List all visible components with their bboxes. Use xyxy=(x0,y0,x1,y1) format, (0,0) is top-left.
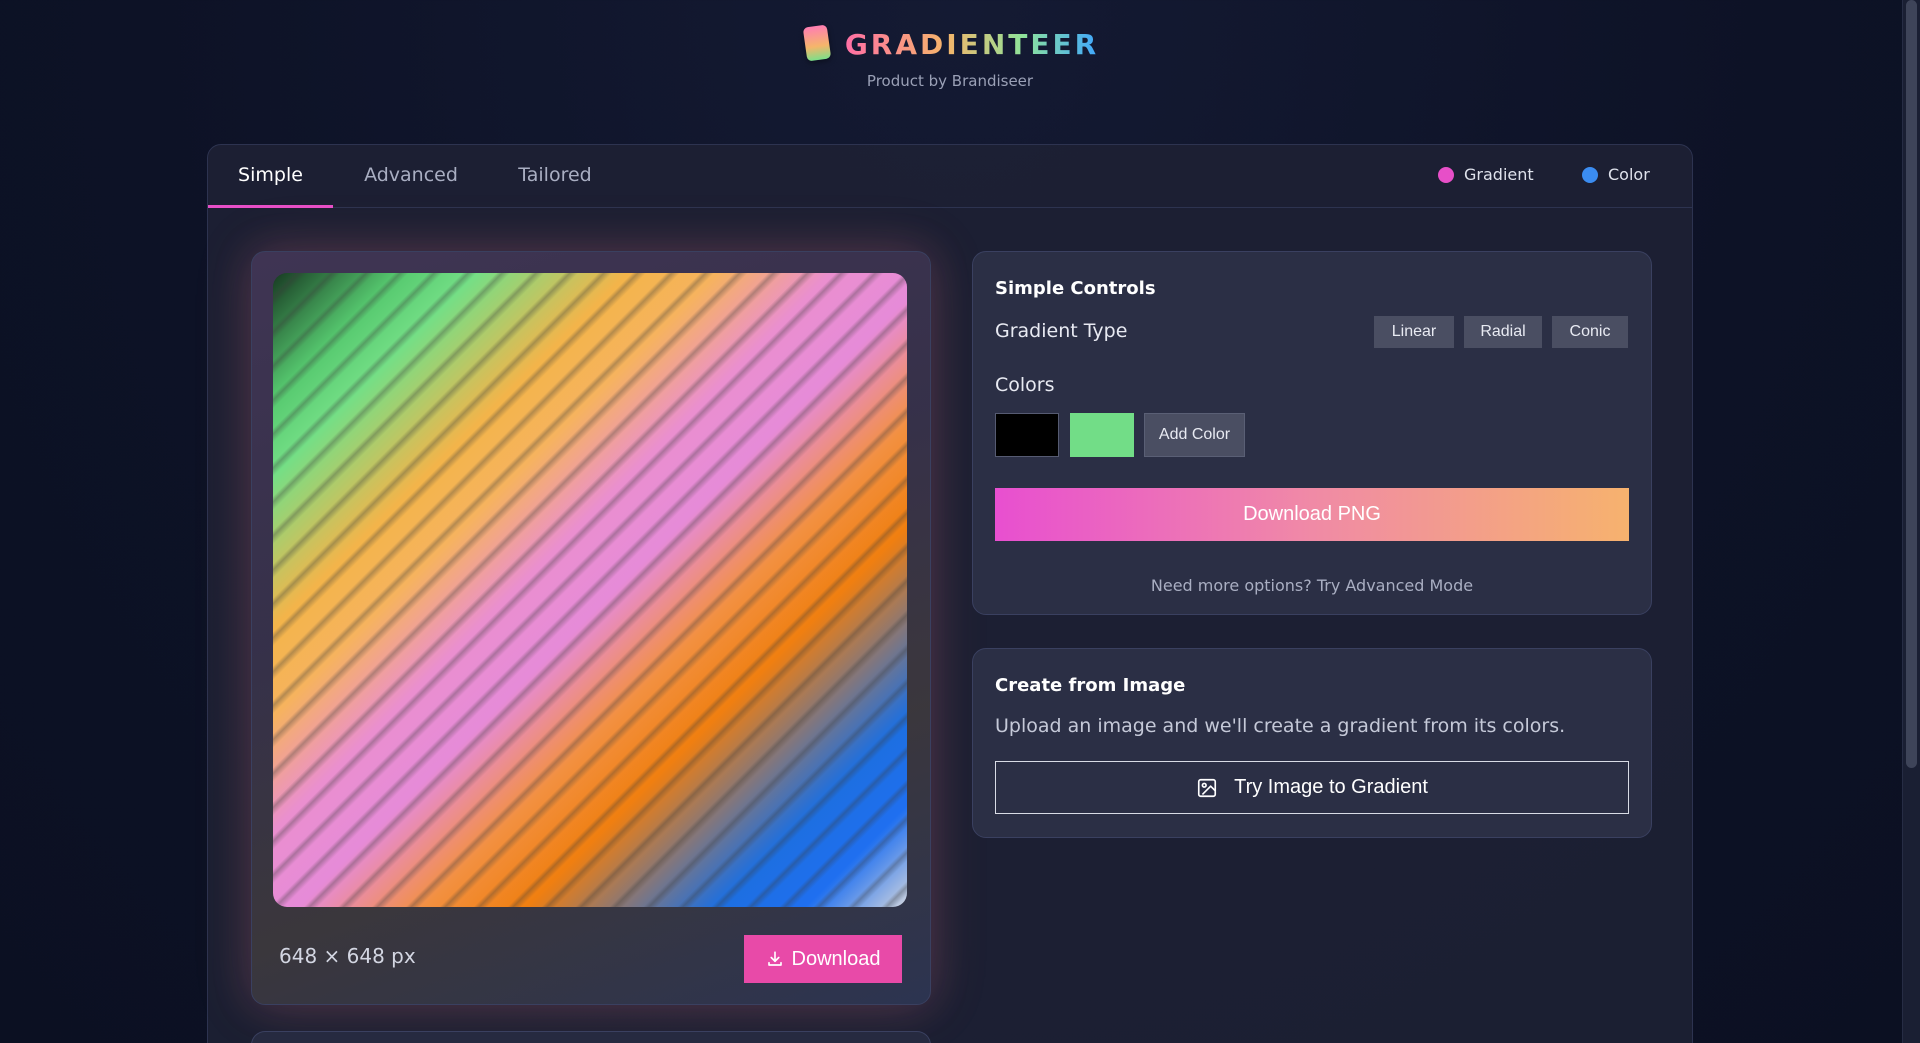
gradient-type-label: Gradient Type xyxy=(995,320,1128,342)
download-button-label: Download xyxy=(791,947,881,970)
create-from-image-card: Create from Image Upload an image and we… xyxy=(972,648,1652,838)
image-icon xyxy=(1198,778,1217,797)
page-scrollbar[interactable] xyxy=(1902,0,1920,1043)
brand-subtitle: Product by Brandiseer xyxy=(866,72,1034,90)
simple-controls-card: Simple Controls Gradient Type Linear Rad… xyxy=(972,251,1652,615)
legend-color[interactable]: Color xyxy=(1582,165,1650,184)
color-swatch-green[interactable] xyxy=(1070,413,1134,457)
download-button[interactable]: Download xyxy=(744,935,902,983)
legend-gradient-label: Gradient xyxy=(1464,165,1534,184)
advanced-mode-hint[interactable]: Need more options? Try Advanced Mode xyxy=(973,576,1651,595)
brand[interactable]: GRADIENTEER xyxy=(801,24,1099,64)
download-png-button[interactable]: Download PNG xyxy=(995,488,1629,541)
tab-tailored[interactable]: Tailored xyxy=(489,145,621,208)
next-card xyxy=(251,1031,931,1043)
simple-controls-title: Simple Controls xyxy=(995,278,1156,299)
size-label: 648 × 648 px xyxy=(279,944,416,968)
download-icon xyxy=(767,951,782,966)
header: GRADIENTEER Product by Brandiseer xyxy=(0,24,1900,90)
brand-name: GRADIENTEER xyxy=(844,27,1100,61)
colors-label: Colors xyxy=(995,374,1055,396)
linear-button[interactable]: Linear xyxy=(1374,316,1454,348)
gradient-preview xyxy=(273,273,907,907)
color-swatch-black[interactable] xyxy=(995,413,1059,457)
legend-color-label: Color xyxy=(1608,165,1650,184)
tab-advanced[interactable]: Advanced xyxy=(333,145,489,208)
conic-button[interactable]: Conic xyxy=(1552,316,1628,348)
create-from-image-title: Create from Image xyxy=(995,675,1186,696)
preview-card: 648 × 648 px Download xyxy=(251,251,931,1005)
tab-simple[interactable]: Simple xyxy=(208,145,333,208)
color-dot-icon xyxy=(1582,166,1598,183)
try-image-to-gradient-button[interactable]: Try Image to Gradient xyxy=(995,761,1629,814)
main-panel: Simple Advanced Tailored Gradient Color … xyxy=(207,144,1693,1043)
brand-logo xyxy=(801,24,832,64)
radial-button[interactable]: Radial xyxy=(1464,316,1542,348)
try-image-to-gradient-label: Try Image to Gradient xyxy=(1234,776,1428,798)
tab-bar: Simple Advanced Tailored Gradient Color xyxy=(208,145,1692,208)
add-color-button[interactable]: Add Color xyxy=(1144,413,1245,457)
create-from-image-description: Upload an image and we'll create a gradi… xyxy=(995,715,1566,737)
scrollbar-thumb[interactable] xyxy=(1906,0,1917,768)
gradient-dot-icon xyxy=(1438,166,1454,183)
legend-gradient[interactable]: Gradient xyxy=(1438,165,1534,184)
